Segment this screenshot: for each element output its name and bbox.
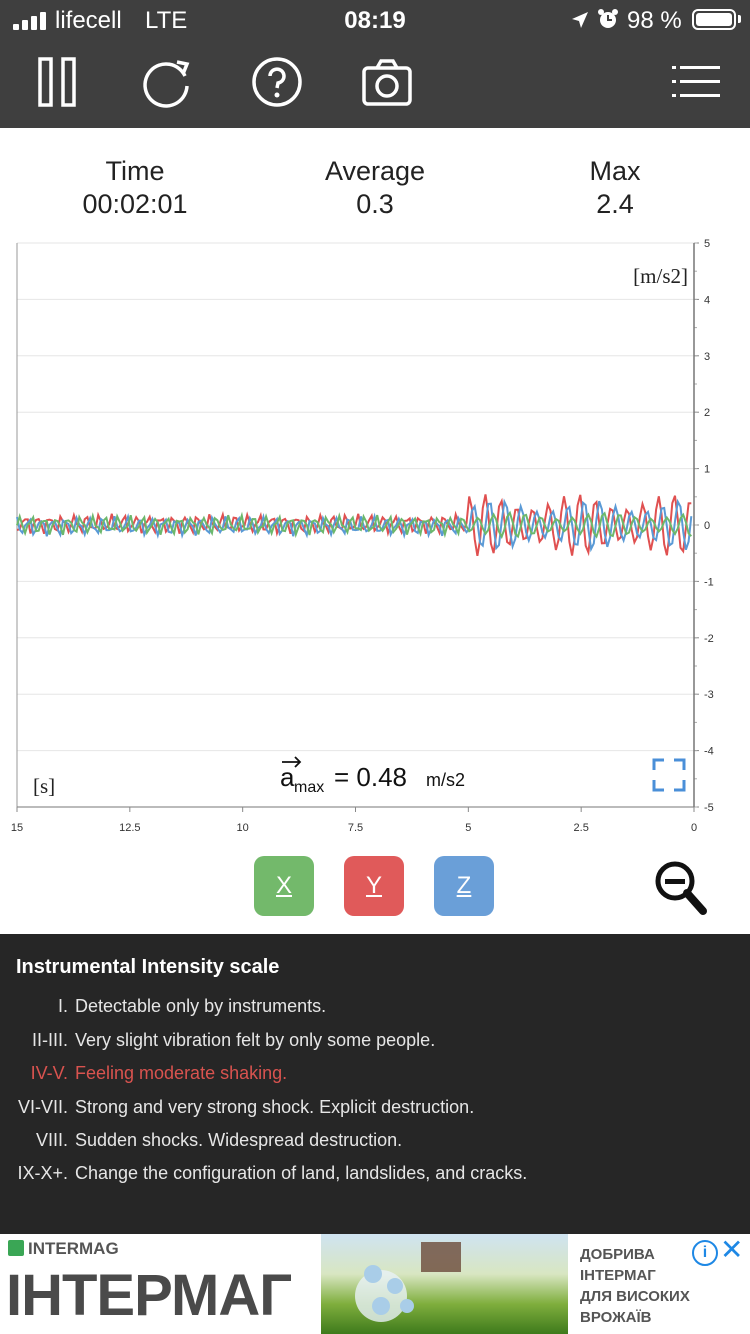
x-tick-label: 2.5 bbox=[574, 822, 589, 834]
camera-icon[interactable] bbox=[361, 56, 413, 108]
y-tick-label: 3 bbox=[704, 351, 710, 363]
alarm-icon bbox=[598, 9, 618, 28]
x-tick-label: 5 bbox=[465, 822, 471, 834]
pause-icon[interactable] bbox=[31, 56, 83, 108]
ad-slogan: ДОБРИВА ІНТЕРМАГ ДЛЯ ВИСОКИХ ВРОЖАЇВ bbox=[580, 1246, 690, 1326]
y-tick-label: -1 bbox=[704, 576, 714, 588]
ad-field-image bbox=[321, 1234, 568, 1334]
ad-brand-small: INTERMAG bbox=[8, 1239, 119, 1259]
scale-row: I. Detectable only by instruments. bbox=[57, 996, 327, 1016]
x-tick-label: 0 bbox=[691, 822, 697, 834]
amax-symbol: a bbox=[280, 762, 295, 792]
refresh-icon[interactable] bbox=[141, 56, 193, 108]
intermag-logo-icon bbox=[8, 1240, 24, 1256]
scale-row: VIII. Sudden shocks. Widespread destructi… bbox=[35, 1130, 403, 1150]
stat-time-value: 00:02:01 bbox=[82, 189, 188, 219]
stat-average-label: Average bbox=[324, 156, 426, 186]
acceleration-chart[interactable]: 543210-1-2-3-4-515 12.5 10 7.5 5 2.5 0[m/s2][s… bbox=[0, 235, 750, 835]
scale-title: Instrumental Intensity scale bbox=[16, 956, 280, 978]
axis-toggle-group: X Y Z bbox=[0, 856, 750, 916]
stat-time-label: Time bbox=[105, 156, 165, 186]
amax-value: = 0.48 bbox=[334, 762, 407, 792]
battery-percent: 98 % bbox=[627, 7, 682, 34]
y-axis-unit: [m/s2] bbox=[633, 264, 688, 288]
y-axis-button[interactable]: Y bbox=[344, 856, 404, 916]
y-tick-label: 2 bbox=[704, 407, 710, 419]
stat-average-value: 0.3 bbox=[356, 189, 394, 219]
scale-row-current: IV-V. Feeling moderate shaking. bbox=[30, 1063, 288, 1083]
status-bar: lifecell LTE 08:19 98 % bbox=[0, 0, 750, 40]
stat-average: Average 0.3 bbox=[255, 155, 495, 221]
amax-unit: m/s2 bbox=[426, 770, 465, 790]
stat-time: Time 00:02:01 bbox=[15, 155, 255, 221]
stat-max: Max 2.4 bbox=[495, 155, 735, 221]
x-axis-unit: [s] bbox=[33, 774, 55, 798]
y-tick-label: 0 bbox=[704, 520, 710, 532]
x-tick-label: 12.5 bbox=[119, 822, 140, 834]
menu-icon[interactable] bbox=[672, 56, 720, 108]
y-tick-label: 4 bbox=[704, 294, 710, 306]
stat-max-label: Max bbox=[589, 156, 641, 186]
y-tick-label: -5 bbox=[704, 802, 714, 814]
x-tick-label: 10 bbox=[237, 822, 249, 834]
z-axis-button[interactable]: Z bbox=[434, 856, 494, 916]
intensity-scale-panel: Instrumental Intensity scale I. Detectabl… bbox=[0, 934, 750, 1234]
y-tick-label: -4 bbox=[704, 746, 714, 758]
stat-max-value: 2.4 bbox=[596, 189, 634, 219]
scale-row: VI-VII. Strong and very strong shock. Exp… bbox=[17, 1097, 475, 1117]
ad-info-icon[interactable]: i bbox=[692, 1240, 718, 1266]
y-tick-label: -3 bbox=[704, 689, 714, 701]
top-bar: lifecell LTE 08:19 98 % bbox=[0, 0, 750, 128]
amax-subscript: max bbox=[294, 779, 324, 796]
battery-icon bbox=[692, 9, 736, 30]
y-tick-label: 5 bbox=[704, 238, 710, 250]
x-tick-label: 15 bbox=[11, 822, 23, 834]
x-tick-label: 7.5 bbox=[348, 822, 363, 834]
ad-brand-big: ІНТЕРМАГ bbox=[6, 1263, 292, 1328]
stats-panel: Time 00:02:01 Average 0.3 Max 2.4 bbox=[0, 155, 750, 225]
zoom-out-icon[interactable] bbox=[654, 860, 708, 916]
help-icon[interactable] bbox=[251, 56, 303, 108]
scale-row: II-III. Very slight vibration felt by onl… bbox=[32, 1030, 436, 1050]
ad-close-icon[interactable]: ✕ bbox=[720, 1236, 743, 1264]
x-axis-button[interactable]: X bbox=[254, 856, 314, 916]
y-tick-label: -2 bbox=[704, 633, 714, 645]
scale-row: IX-X+. Change the configuration of land, … bbox=[17, 1163, 528, 1183]
ad-banner[interactable]: INTERMAG ІНТЕРМАГ ДОБРИВА ІНТЕРМАГ ДЛЯ В… bbox=[0, 1234, 750, 1334]
location-icon bbox=[572, 12, 588, 28]
y-tick-label: 1 bbox=[704, 464, 710, 476]
